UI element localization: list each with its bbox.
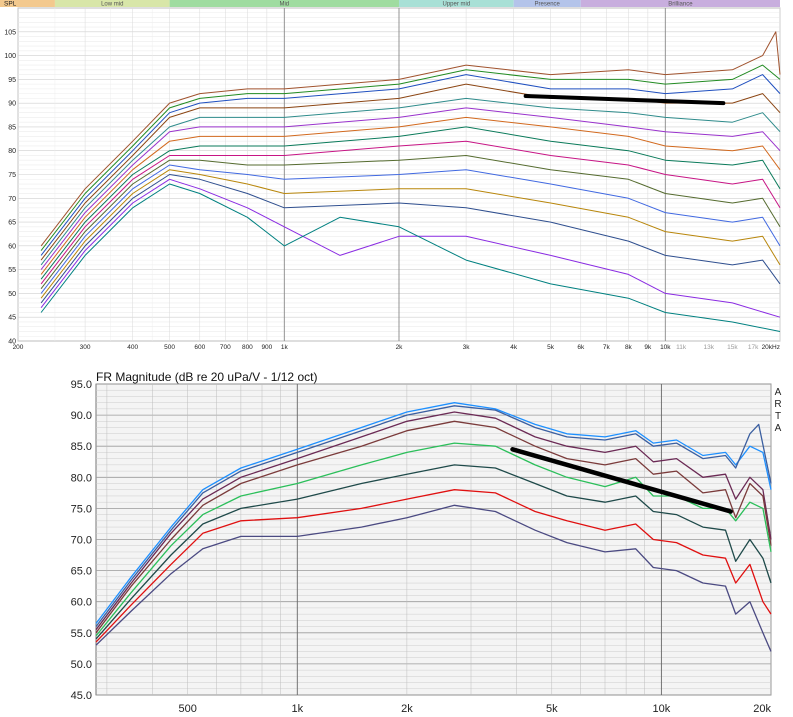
- x-tick-label: 20kHz: [762, 344, 780, 351]
- y-tick-label: 80.0: [71, 472, 92, 484]
- x-tick-label: 500: [164, 344, 175, 351]
- x-tick-label: 7k: [603, 344, 611, 351]
- x-tick-label: 8k: [625, 344, 633, 351]
- band-label: Low mid: [101, 2, 123, 8]
- y-tick-label: 105: [4, 29, 16, 36]
- y-tick-label: 45: [8, 315, 16, 322]
- x-tick-label: 300: [80, 344, 91, 351]
- x-tick-label: 10k: [660, 344, 671, 351]
- y-tick-label: 80: [8, 148, 16, 155]
- x-tick-label: 500: [179, 703, 197, 715]
- y-tick-label: 50: [8, 291, 16, 298]
- y-tick-label: 85.0: [71, 441, 92, 453]
- side-label-letter: A: [775, 423, 782, 434]
- x-tick-label: 600: [194, 344, 205, 351]
- y-tick-label: 70.0: [71, 535, 92, 547]
- x-tick-label: 5k: [547, 344, 555, 351]
- y-tick-label: 45.0: [71, 690, 92, 702]
- y-tick-label: 55.0: [71, 628, 92, 640]
- y-tick-label: 95: [8, 77, 16, 84]
- x-tick-label: 2k: [396, 344, 404, 351]
- x-tick-label: 5k: [546, 703, 558, 715]
- y-tick-label: 100: [4, 53, 16, 60]
- top-x-tick-labels: 200 300 400 500 600 700 800 900 1k 2k 3k 4k 5k 6k 7k 8k…: [13, 344, 780, 351]
- y-tick-label: 75: [8, 172, 16, 179]
- y-tick-label: 50.0: [71, 659, 92, 671]
- x-tick-label: 17k: [748, 344, 759, 351]
- y-tick-label: 60.0: [71, 597, 92, 609]
- y-tick-label: 75.0: [71, 503, 92, 515]
- x-tick-label: 700: [220, 344, 231, 351]
- x-tick-label: 10k: [653, 703, 671, 715]
- band-label: Mid: [279, 2, 289, 8]
- band-label: Presence: [535, 2, 561, 8]
- y-tick-label: 60: [8, 243, 16, 250]
- side-label-letter: R: [774, 399, 781, 410]
- top-chart: Low mid Mid Upper mid Presence Brilliance SP…: [0, 0, 781, 351]
- x-tick-label: 11k: [676, 344, 687, 351]
- bottom-chart-title: FR Magnitude (dB re 20 uPa/V - 1/12 oct): [96, 370, 317, 384]
- spl-corner-label: SPL: [4, 1, 17, 8]
- y-tick-label: 55: [8, 267, 16, 274]
- y-tick-label: 65: [8, 220, 16, 227]
- x-tick-label: 2k: [401, 703, 413, 715]
- side-label-letter: T: [775, 411, 781, 422]
- x-tick-label: 400: [127, 344, 138, 351]
- y-tick-label: 85: [8, 124, 16, 131]
- band-label: Brilliance: [668, 2, 693, 8]
- x-tick-label: 1k: [291, 703, 303, 715]
- x-tick-label: 800: [242, 344, 253, 351]
- y-tick-label: 90: [8, 101, 16, 108]
- frequency-response-charts: Low mid Mid Upper mid Presence Brilliance SP…: [0, 0, 793, 717]
- y-tick-label: 65.0: [71, 566, 92, 578]
- x-tick-label: 900: [261, 344, 272, 351]
- x-tick-label: 1k: [281, 344, 289, 351]
- y-tick-label: 90.0: [71, 410, 92, 422]
- y-tick-label: 70: [8, 196, 16, 203]
- x-tick-label: 13k: [703, 344, 714, 351]
- y-tick-label: 95.0: [71, 379, 92, 391]
- x-tick-label: 9k: [644, 344, 652, 351]
- x-tick-label: 6k: [577, 344, 585, 351]
- x-tick-label: 3k: [463, 344, 471, 351]
- side-label-letter: A: [775, 387, 782, 398]
- x-tick-label: 20k: [753, 703, 771, 715]
- x-tick-label: 4k: [510, 344, 518, 351]
- x-tick-label: 15k: [727, 344, 738, 351]
- arta-side-label: ARTA: [774, 387, 781, 434]
- bottom-chart: FR Magnitude (dB re 20 uPa/V - 1/12 oct)…: [71, 370, 782, 715]
- x-tick-label: 200: [13, 344, 24, 351]
- band-label: Upper mid: [443, 2, 471, 8]
- band-header: Low mid Mid Upper mid Presence Brilliance: [0, 0, 780, 8]
